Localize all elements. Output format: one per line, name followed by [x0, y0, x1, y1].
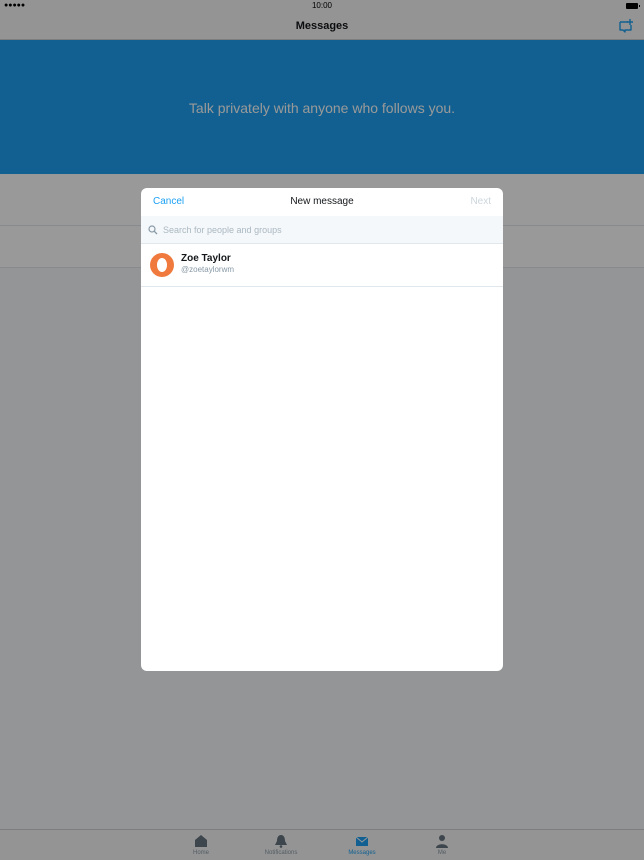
- user-handle: @zoetaylorwm: [181, 265, 235, 274]
- new-message-dialog: Cancel New message Next Zoe Taylor @zoet…: [141, 188, 503, 671]
- search-input[interactable]: [163, 222, 493, 238]
- user-name: Zoe Taylor: [181, 253, 231, 264]
- dialog-header: Cancel New message Next: [141, 188, 503, 216]
- avatar: [150, 253, 174, 277]
- user-result-item[interactable]: Zoe Taylor @zoetaylorwm: [141, 244, 503, 287]
- next-button[interactable]: Next: [470, 196, 491, 207]
- dialog-title: New message: [290, 196, 354, 207]
- search-bar: [141, 216, 503, 244]
- search-icon: [148, 225, 158, 235]
